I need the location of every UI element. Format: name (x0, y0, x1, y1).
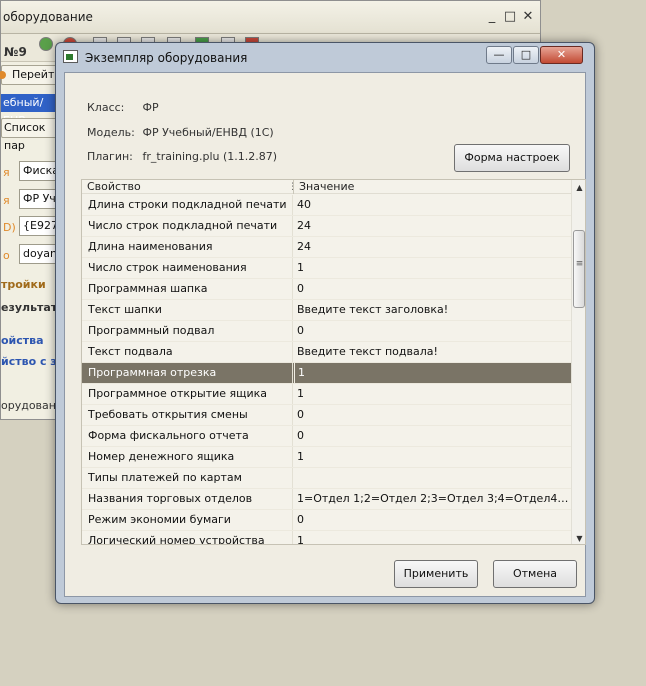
scroll-up-icon[interactable]: ▲ (572, 180, 585, 195)
property-value[interactable]: 40 (294, 195, 571, 215)
section-props-heading: ойства (1, 334, 44, 347)
equipment-instance-dialog: Экземпляр оборудования — □ ✕ Класс: ФР М… (55, 42, 595, 604)
property-name: Текст шапки (82, 300, 293, 320)
bg-minimize-icon[interactable]: _ (483, 9, 501, 25)
section-settings-heading: тройки (1, 278, 46, 291)
property-value[interactable]: 24 (294, 237, 571, 257)
property-name: Длина строки подкладной печати (82, 195, 293, 215)
background-doc-number: №9 (4, 45, 27, 59)
property-name: Программная шапка (82, 279, 293, 299)
property-row[interactable]: Номер денежного ящика 1 (82, 447, 571, 468)
property-name: Номер денежного ящика (82, 447, 293, 467)
property-value[interactable] (294, 468, 571, 488)
property-name: Число строк подкладной печати (82, 216, 293, 236)
cancel-button[interactable]: Отмена (493, 560, 577, 588)
property-name: Программное открытие ящика (82, 384, 293, 404)
property-row[interactable]: Длина строки подкладной печати 40 (82, 195, 571, 216)
background-window-title: оборудование (3, 10, 93, 24)
property-row[interactable]: Число строк подкладной печати 24 (82, 216, 571, 237)
property-grid: Свойство ⋮ Значение Длина строки подклад… (81, 179, 586, 545)
grid-header: Свойство ⋮ Значение (82, 180, 571, 194)
field-label: о (3, 249, 10, 262)
model-value: ФР Учебный/ЕНВД (1С) (142, 126, 274, 139)
plugin-label: Плагин: (87, 150, 133, 163)
settings-form-button[interactable]: Форма настроек (454, 144, 570, 172)
property-value[interactable]: Введите текст заголовка! (294, 300, 571, 320)
property-name: Режим экономии бумаги (82, 510, 293, 530)
dialog-title: Экземпляр оборудования (85, 51, 248, 65)
class-label: Класс: (87, 101, 125, 114)
property-value[interactable]: 1=Отдел 1;2=Отдел 2;3=Отдел 3;4=Отдел4;5… (294, 489, 571, 509)
property-value[interactable]: 0 (294, 279, 571, 299)
vertical-scrollbar[interactable]: ▲ ▼ (571, 180, 585, 544)
background-selected-model[interactable]: ебный/ЕНВ (1, 94, 59, 127)
property-name: Логический номер устройства (82, 531, 293, 544)
grid-body: Длина строки подкладной печати 40 Число ст… (82, 195, 571, 544)
bg-maximize-icon[interactable]: □ (501, 9, 519, 25)
field-label: D) (3, 221, 16, 234)
dialog-client-area: Класс: ФР Модель: ФР Учебный/ЕНВД (1С) П… (64, 72, 586, 597)
property-value[interactable]: 0 (294, 321, 571, 341)
property-name: Требовать открытия смены (82, 405, 293, 425)
field-label: я (3, 194, 10, 207)
property-value[interactable]: 0 (294, 405, 571, 425)
property-value[interactable]: 1 (294, 447, 571, 467)
plugin-value: fr_training.plu (1.1.2.87) (142, 150, 278, 163)
scroll-thumb[interactable] (573, 230, 585, 308)
property-name: Названия торговых отделов (82, 489, 293, 509)
property-row[interactable]: Программный подвал 0 (82, 321, 571, 342)
apply-button[interactable]: Применить (394, 560, 478, 588)
property-name: Число строк наименования (82, 258, 293, 278)
bg-close-icon[interactable]: ✕ (519, 9, 537, 25)
class-value: ФР (142, 101, 159, 114)
property-row[interactable]: Названия торговых отделов 1=Отдел 1;2=Отд… (82, 489, 571, 510)
property-row[interactable]: Программное открытие ящика 1 (82, 384, 571, 405)
property-row[interactable]: Логический номер устройства 1 (82, 531, 571, 544)
property-value[interactable]: 0 (294, 510, 571, 530)
dialog-app-icon (63, 50, 78, 63)
property-name: Типы платежей по картам (82, 468, 293, 488)
property-name: Программная отрезка (82, 363, 293, 383)
model-label: Модель: (87, 126, 135, 139)
property-row[interactable]: Программная шапка 0 (82, 279, 571, 300)
property-row[interactable]: Текст подвала Введите текст подвала! (82, 342, 571, 363)
maximize-icon[interactable]: □ (513, 46, 539, 64)
property-row[interactable]: Программная отрезка 1 (82, 363, 571, 384)
plugin-row: Плагин: fr_training.plu (1.1.2.87) (87, 150, 277, 163)
property-value[interactable]: 1 (294, 258, 571, 278)
class-row: Класс: ФР (87, 101, 159, 114)
property-value[interactable]: 1 (294, 384, 571, 404)
property-name: Форма фискального отчета (82, 426, 293, 446)
property-row[interactable]: Форма фискального отчета 0 (82, 426, 571, 447)
property-name: Длина наименования (82, 237, 293, 257)
field-label: я (3, 166, 10, 179)
background-titlebar: оборудование _ □ ✕ (1, 1, 540, 34)
property-value[interactable]: 1 (294, 531, 571, 544)
column-header-property[interactable]: Свойство (82, 180, 288, 194)
property-name: Программный подвал (82, 321, 293, 341)
property-row[interactable]: Длина наименования 24 (82, 237, 571, 258)
close-icon[interactable]: ✕ (540, 46, 583, 64)
property-row[interactable]: Число строк наименования 1 (82, 258, 571, 279)
property-row[interactable]: Текст шапки Введите текст заголовка! (82, 300, 571, 321)
property-row[interactable]: Требовать открытия смены 0 (82, 405, 571, 426)
tool-ok-icon[interactable] (39, 37, 53, 51)
property-value[interactable]: 24 (294, 216, 571, 236)
goto-button[interactable]: Перейти (0, 65, 62, 85)
property-row[interactable]: Режим экономии бумаги 0 (82, 510, 571, 531)
minimize-icon[interactable]: — (486, 46, 512, 64)
property-value[interactable]: 1 (294, 363, 571, 383)
property-name: Текст подвала (82, 342, 293, 362)
property-row[interactable]: Типы платежей по картам (82, 468, 571, 489)
column-header-value[interactable]: Значение (294, 180, 564, 194)
property-value[interactable]: Введите текст подвала! (294, 342, 571, 362)
scroll-down-icon[interactable]: ▼ (572, 531, 585, 544)
property-value[interactable]: 0 (294, 426, 571, 446)
model-row: Модель: ФР Учебный/ЕНВД (1С) (87, 126, 274, 139)
dialog-titlebar[interactable]: Экземпляр оборудования — □ ✕ (56, 43, 594, 71)
list-button[interactable]: Список пар (1, 118, 59, 152)
